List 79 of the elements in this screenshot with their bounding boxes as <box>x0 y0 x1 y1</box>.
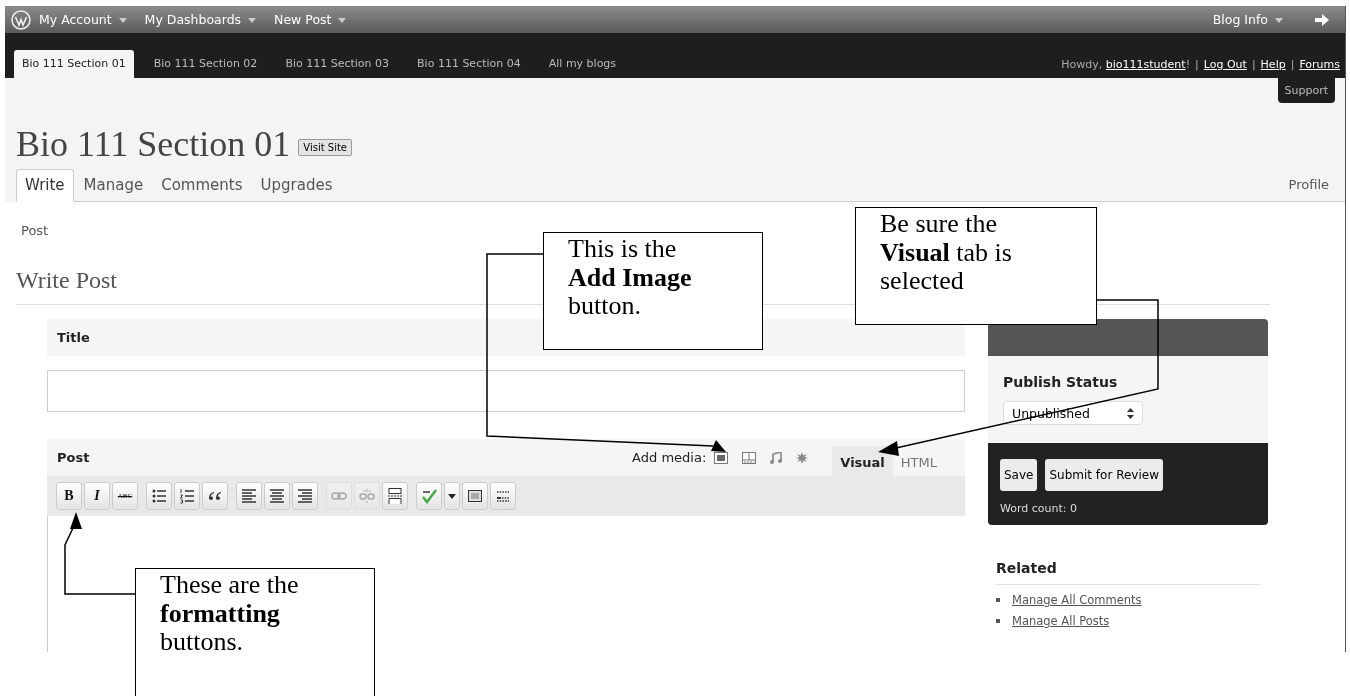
separator-text: | <box>1290 58 1295 71</box>
align-right-button[interactable] <box>292 482 318 510</box>
bold-button[interactable]: B <box>56 482 82 510</box>
menu-item[interactable]: My Dashboards <box>144 12 257 27</box>
greeting-text: Howdy, bio111student! <box>1061 58 1191 71</box>
numbered-list-icon <box>179 488 195 504</box>
dropdown-button[interactable] <box>444 482 460 510</box>
caret-icon <box>1275 18 1283 23</box>
fullscreen-button[interactable] <box>462 482 488 510</box>
blog-tab[interactable]: Bio 111 Section 03 <box>277 50 398 78</box>
action-button[interactable]: Submit for Review <box>1045 459 1163 491</box>
menu-tab[interactable]: Write <box>16 169 74 202</box>
title-field[interactable] <box>47 370 965 412</box>
site-title: Bio 111 Section 01 <box>16 123 291 165</box>
related-link[interactable]: Manage All Comments <box>1012 593 1142 607</box>
blog-tab[interactable]: All my blogs <box>540 50 625 78</box>
more-button[interactable] <box>382 482 408 510</box>
bullet-icon <box>996 619 1000 623</box>
separator-text: | <box>1251 58 1256 71</box>
checkmark-icon <box>421 488 437 504</box>
italic-button[interactable]: I <box>84 482 110 510</box>
menu-tab[interactable]: Upgrades <box>252 170 341 201</box>
caret-icon <box>118 18 127 23</box>
callout-note: These are the formatting buttons. <box>135 568 375 696</box>
bullet-list-icon <box>151 488 167 504</box>
text-lines-icon <box>297 488 313 504</box>
numbers-button[interactable] <box>174 482 200 510</box>
header-link[interactable]: Forums <box>1299 58 1340 71</box>
updown-icon <box>1127 407 1134 419</box>
section-heading: Title <box>57 330 90 345</box>
bullets-button[interactable] <box>146 482 172 510</box>
caret-icon <box>248 18 257 23</box>
menu-item[interactable]: My Account <box>39 12 127 27</box>
arrow-icon[interactable] <box>1315 13 1329 26</box>
logo-icon[interactable] <box>11 9 31 30</box>
page-break-icon <box>387 488 403 504</box>
menu-item[interactable]: Blog Info <box>1212 12 1283 27</box>
menu-tab[interactable]: Comments <box>153 170 251 201</box>
action-button[interactable]: Save <box>1000 459 1038 491</box>
text-lines-icon <box>241 488 257 504</box>
dots-grid-icon <box>495 488 511 504</box>
music-note-icon[interactable] <box>770 451 783 464</box>
blog-tab[interactable]: Bio 111 Section 02 <box>145 50 266 78</box>
kitchen-sink-button[interactable] <box>490 482 516 510</box>
submenu-item[interactable]: Post <box>21 223 49 238</box>
callout-note: Be sure the Visual tab is selected <box>855 207 1097 325</box>
related-link[interactable]: Manage All Posts <box>1012 614 1110 628</box>
blog-tab[interactable]: Bio 111 Section 04 <box>409 50 529 78</box>
add-media-label: Add media: <box>632 450 707 465</box>
support-tooltip[interactable]: Support <box>1277 78 1335 103</box>
profile-link[interactable]: Profile <box>1288 177 1329 201</box>
word-count: Word count: 0 <box>1000 502 1078 515</box>
text-lines-icon <box>269 488 285 504</box>
header-link[interactable]: Log Out <box>1203 58 1247 71</box>
separator-text: | <box>1195 58 1199 71</box>
panel-heading: Publish Status <box>1003 374 1119 390</box>
film-icon[interactable] <box>742 451 757 464</box>
quote-button[interactable] <box>202 482 228 510</box>
username-link[interactable]: bio111student <box>1105 58 1186 71</box>
section-heading: Related <box>996 560 1260 585</box>
section-heading: Post <box>57 450 90 465</box>
callout-note: This is the Add Image button. <box>543 232 763 350</box>
bullet-icon <box>996 598 1000 602</box>
editor-tab[interactable]: Visual <box>832 446 893 476</box>
broken-chain-icon <box>359 488 375 504</box>
window-icon <box>467 488 483 504</box>
visit-site-button[interactable]: Visit Site <box>298 138 352 156</box>
image-icon[interactable] <box>714 451 729 464</box>
menu-tab[interactable]: Manage <box>75 170 152 201</box>
menu-item[interactable]: New Post <box>274 12 347 27</box>
spellcheck-button[interactable] <box>416 482 442 510</box>
header-link[interactable]: Help <box>1260 58 1286 71</box>
caret-icon <box>338 18 347 23</box>
align-left-button[interactable] <box>236 482 262 510</box>
blog-tab[interactable]: Bio 111 Section 01 <box>14 50 134 78</box>
star-burst-icon[interactable] <box>796 451 809 464</box>
caret-icon <box>448 493 456 499</box>
align-center-button[interactable] <box>264 482 290 510</box>
editor-tab[interactable]: HTML <box>892 446 945 476</box>
